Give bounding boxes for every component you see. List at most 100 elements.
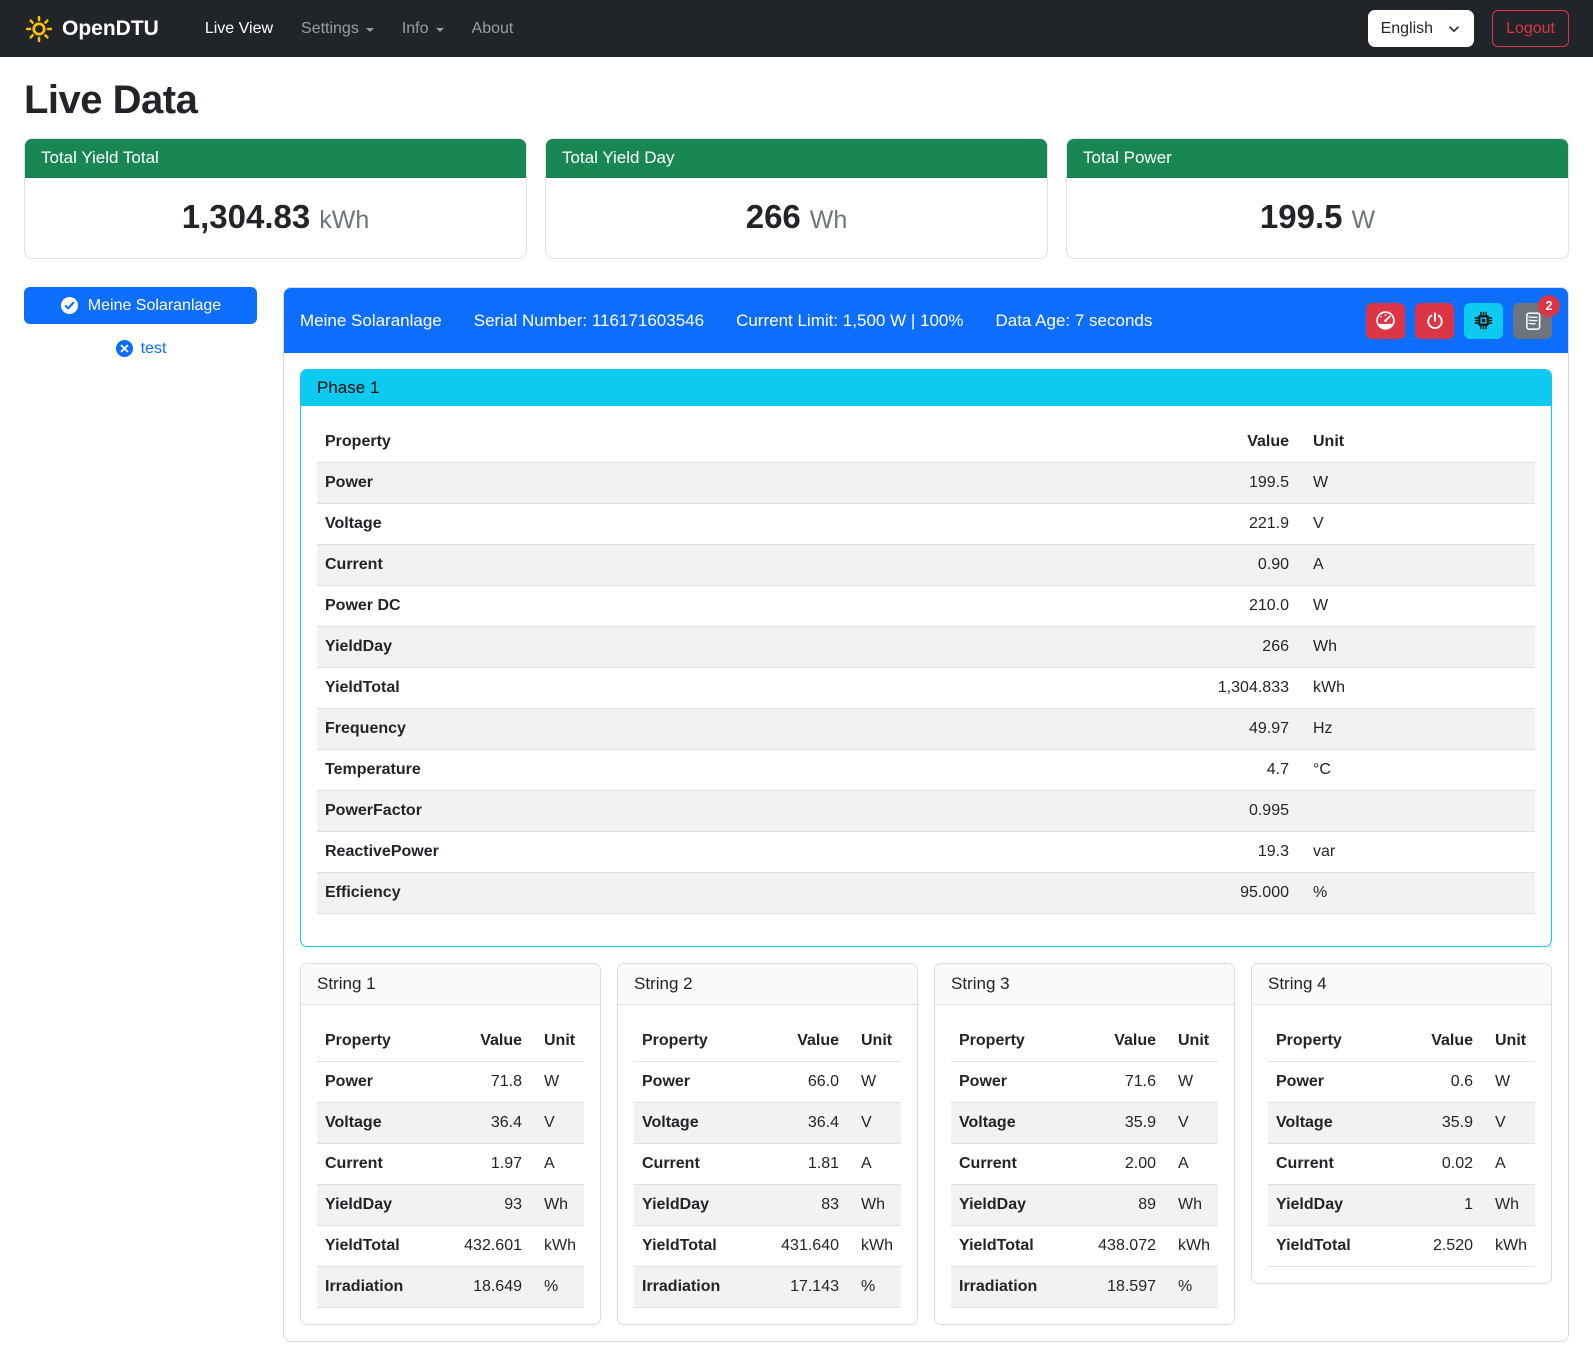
page-title: Live Data (24, 78, 1569, 123)
phase-panel-body: Property Value Unit Power199.5WVoltage22… (301, 406, 1551, 946)
row-property: Irradiation (317, 1267, 434, 1308)
row-value: 266 (1177, 627, 1297, 668)
summary-card-title: Total Yield Day (546, 139, 1047, 178)
language-select-value: English (1381, 20, 1433, 38)
row-value: 210.0 (1177, 586, 1297, 627)
row-value: 89 (1068, 1185, 1164, 1226)
table-header-row: Property Value Unit (317, 1021, 584, 1062)
row-unit: A (530, 1144, 584, 1185)
power-icon (1425, 311, 1445, 331)
row-property: YieldTotal (634, 1226, 751, 1267)
row-unit: V (847, 1103, 901, 1144)
row-value: 432.601 (434, 1226, 530, 1267)
chevron-down-icon (1447, 22, 1461, 36)
column-value: Value (1068, 1021, 1164, 1062)
nav-item-settings[interactable]: Settings (287, 12, 388, 46)
device-info-button[interactable] (1464, 303, 1503, 339)
row-property: YieldDay (1268, 1185, 1385, 1226)
nav-menu-item: Settings (287, 12, 388, 46)
brand-link[interactable]: OpenDTU (24, 14, 159, 44)
row-value: 0.995 (1177, 791, 1297, 832)
row-value: 1 (1385, 1185, 1481, 1226)
row-property: Power (1268, 1062, 1385, 1103)
nav-item-label: Settings (301, 20, 359, 38)
table-row: YieldDay266Wh (317, 627, 1535, 668)
nav-menu-item: About (458, 12, 528, 46)
row-value: 1.81 (751, 1144, 847, 1185)
check-circle-icon (60, 296, 79, 315)
event-log-button[interactable]: 2 (1513, 303, 1552, 339)
column-unit: Unit (1164, 1021, 1218, 1062)
row-unit: % (847, 1267, 901, 1308)
inverter-button-selected[interactable]: Meine Solaranlage (24, 287, 257, 324)
power-button[interactable] (1415, 303, 1454, 339)
row-property: Power (317, 463, 1177, 504)
limit-settings-button[interactable] (1366, 303, 1405, 339)
string-card-title: String 1 (301, 964, 600, 1005)
column-unit: Unit (847, 1021, 901, 1062)
row-unit: A (1164, 1144, 1218, 1185)
language-select[interactable]: English (1368, 10, 1474, 47)
string-table: Property Value Unit Power0.6WVoltage35.9… (1268, 1021, 1535, 1267)
row-unit: kWh (1481, 1226, 1535, 1267)
strings-row: String 1 Property Value Unit Power71.8WV… (300, 963, 1552, 1325)
table-row: Current1.81A (634, 1144, 901, 1185)
table-row: YieldDay89Wh (951, 1185, 1218, 1226)
nav-item-live-view[interactable]: Live View (191, 12, 287, 46)
event-count-badge: 2 (1538, 295, 1560, 317)
row-value: 71.8 (434, 1062, 530, 1103)
table-row: Voltage36.4V (634, 1103, 901, 1144)
table-row: YieldDay83Wh (634, 1185, 901, 1226)
table-row: Power DC210.0W (317, 586, 1535, 627)
row-value: 438.072 (1068, 1226, 1164, 1267)
row-unit: A (1481, 1144, 1535, 1185)
table-row: Current1.97A (317, 1144, 584, 1185)
summary-card-total-power: Total Power 199.5 W (1066, 138, 1569, 259)
row-property: Voltage (634, 1103, 751, 1144)
row-value: 49.97 (1177, 709, 1297, 750)
table-header-row: Property Value Unit (951, 1021, 1218, 1062)
table-row: YieldDay93Wh (317, 1185, 584, 1226)
table-row: Current0.02A (1268, 1144, 1535, 1185)
row-unit: var (1297, 832, 1535, 873)
row-unit: °C (1297, 750, 1535, 791)
inverter-link-test[interactable]: test (24, 339, 257, 358)
x-circle-icon (115, 339, 134, 358)
table-header-row: Property Value Unit (634, 1021, 901, 1062)
speedometer-icon (1375, 310, 1396, 331)
row-value: 4.7 (1177, 750, 1297, 791)
row-value: 0.02 (1385, 1144, 1481, 1185)
row-property: Current (1268, 1144, 1385, 1185)
summary-unit: W (1351, 206, 1375, 235)
row-property: YieldDay (317, 1185, 434, 1226)
nav-item-about[interactable]: About (458, 12, 528, 46)
row-value: 221.9 (1177, 504, 1297, 545)
phase-panel-title: Phase 1 (301, 370, 1551, 406)
row-value: 35.9 (1385, 1103, 1481, 1144)
logout-button[interactable]: Logout (1492, 10, 1569, 47)
row-unit: V (1164, 1103, 1218, 1144)
string-card-body: Property Value Unit Power71.8WVoltage36.… (301, 1005, 600, 1308)
column-property: Property (1268, 1021, 1385, 1062)
column-unit: Unit (1297, 422, 1535, 463)
row-property: Power (951, 1062, 1068, 1103)
column-property: Property (951, 1021, 1068, 1062)
inverter-name: Meine Solaranlage (300, 311, 442, 331)
row-unit: A (1297, 545, 1535, 586)
nav-item-info[interactable]: Info (388, 12, 458, 46)
nav-item-label: Live View (205, 20, 273, 38)
row-property: ReactivePower (317, 832, 1177, 873)
nav-menu-item: Live View (191, 12, 287, 46)
table-row: YieldDay1Wh (1268, 1185, 1535, 1226)
inverter-card-header: Meine Solaranlage Serial Number: 1161716… (284, 288, 1568, 353)
summary-card-body: 266 Wh (546, 178, 1047, 258)
string-table-body: Power0.6WVoltage35.9VCurrent0.02AYieldDa… (1268, 1062, 1535, 1267)
table-row: Voltage36.4V (317, 1103, 584, 1144)
string-card: String 4 Property Value Unit Power0.6WVo… (1251, 963, 1552, 1284)
row-unit: % (530, 1267, 584, 1308)
column-property: Property (317, 422, 1177, 463)
table-row: YieldTotal2.520kWh (1268, 1226, 1535, 1267)
inverter-data-age: Data Age: 7 seconds (995, 311, 1152, 331)
string-card-body: Property Value Unit Power0.6WVoltage35.9… (1252, 1005, 1551, 1267)
row-value: 83 (751, 1185, 847, 1226)
